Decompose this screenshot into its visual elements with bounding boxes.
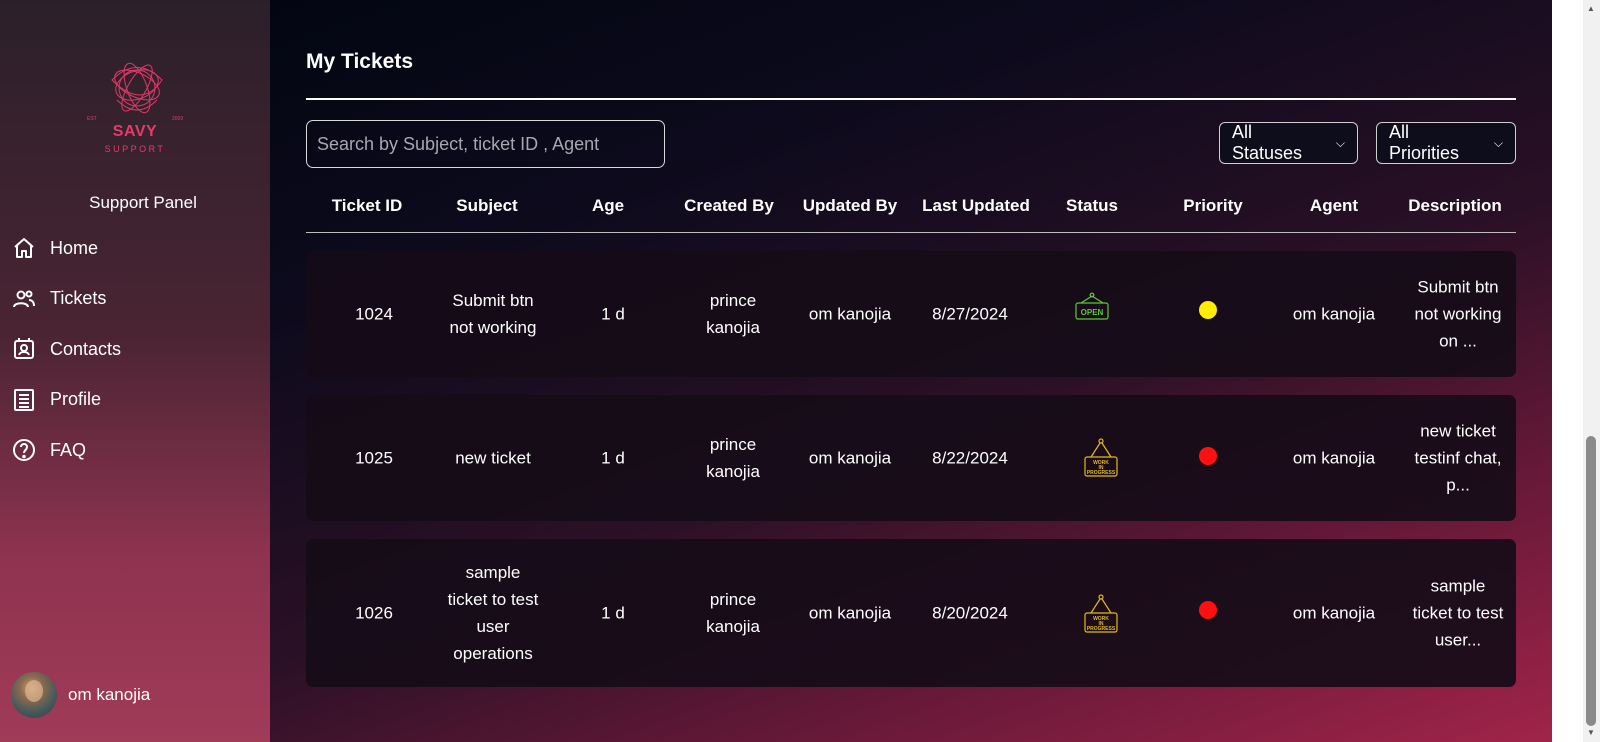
table-row[interactable]: 1024 Submit btn not working 1 d prince k…	[306, 251, 1516, 377]
status-text: OPEN	[1081, 308, 1104, 317]
priority-indicator	[1199, 601, 1217, 619]
logo-tagline: SUPPORT	[104, 144, 166, 154]
chevron-down-icon: ⌵	[1493, 135, 1503, 150]
cell-subject: new ticket	[455, 448, 531, 468]
profile-icon	[14, 388, 34, 411]
column-header-ticket-id[interactable]: Ticket ID	[332, 196, 403, 216]
cell-subject: Submit btn not working	[449, 291, 537, 337]
user-profile[interactable]: om kanojia	[11, 672, 150, 718]
search-input[interactable]	[306, 120, 665, 168]
avatar[interactable]	[11, 672, 57, 718]
cell-agent: om kanojia	[1292, 448, 1376, 468]
column-header-updated-by[interactable]: Updated By	[803, 196, 897, 216]
priority-filter-value: All Priorities	[1389, 122, 1460, 163]
status-filter-value: All Statuses	[1232, 122, 1303, 163]
cell-age: 1 d	[601, 603, 625, 623]
panel-title: Support Panel	[89, 193, 197, 212]
cell-created-by: prince kanojia	[706, 291, 760, 337]
sidebar-item-profile[interactable]: Profile	[12, 388, 252, 412]
sidebar-item-label: Contacts	[50, 338, 122, 359]
column-header-description[interactable]: Description	[1408, 196, 1502, 216]
cell-age: 1 d	[601, 448, 625, 468]
sidebar-item-contacts[interactable]: Contacts	[12, 337, 252, 361]
column-header-agent[interactable]: Agent	[1310, 196, 1358, 216]
column-header-status[interactable]: Status	[1066, 196, 1118, 216]
status-filter-select[interactable]: All Statuses ⌵	[1219, 122, 1358, 164]
sidebar-item-home[interactable]: Home	[12, 236, 252, 260]
in-progress-sign-icon: WORK IN PROGRESS	[1084, 594, 1118, 633]
logo-est: EST	[87, 116, 97, 122]
priority-filter-select[interactable]: All Priorities ⌵	[1376, 122, 1516, 164]
sidebar-item-label: FAQ	[50, 439, 87, 460]
column-header-last-updated[interactable]: Last Updated	[922, 196, 1030, 216]
cell-age: 1 d	[601, 304, 625, 324]
cell-updated-by: om kanojia	[808, 304, 892, 324]
sidebar: EST 2009 SAVY SUPPORT Support Panel Home…	[0, 0, 270, 742]
priority-indicator	[1199, 447, 1217, 465]
cell-description: sample ticket to test user...	[1412, 576, 1504, 650]
sidebar-item-faq[interactable]: FAQ	[12, 438, 252, 462]
contacts-icon	[14, 338, 34, 359]
cell-created-by: prince kanojia	[706, 435, 760, 481]
cell-subject: sample ticket to test user operations	[447, 563, 539, 663]
cell-last-updated: 8/27/2024	[932, 304, 1008, 324]
page-title: My Tickets	[306, 50, 413, 73]
table-row[interactable]: 1026 sample ticket to test user operatio…	[306, 539, 1516, 687]
sidebar-item-label: Profile	[50, 389, 102, 409]
home-icon	[14, 238, 34, 258]
cell-ticket-id: 1024	[355, 304, 393, 324]
cell-ticket-id: 1026	[355, 603, 393, 623]
column-header-priority[interactable]: Priority	[1183, 196, 1243, 216]
chevron-down-icon: ⌵	[1335, 135, 1345, 150]
sidebar-item-tickets[interactable]: Tickets	[12, 287, 252, 311]
priority-indicator	[1199, 301, 1217, 319]
column-header-created-by[interactable]: Created By	[684, 196, 774, 216]
user-name: om kanojia	[68, 685, 151, 704]
help-icon	[13, 439, 35, 461]
cell-created-by: prince kanojia	[706, 590, 760, 636]
table-row[interactable]: 1025 new ticket 1 d prince kanojia om ka…	[306, 395, 1516, 521]
cell-description: new ticket testinf chat, p...	[1414, 421, 1502, 495]
cell-last-updated: 8/20/2024	[932, 603, 1008, 623]
svg-text:PROGRESS: PROGRESS	[1087, 470, 1116, 476]
cell-ticket-id: 1025	[355, 448, 393, 468]
cell-agent: om kanojia	[1292, 603, 1376, 623]
sidebar-item-label: Tickets	[50, 288, 107, 308]
sidebar-item-label: Home	[50, 237, 99, 258]
main-content: My Tickets All Statuses ⌵ All Priorities…	[270, 0, 1552, 742]
users-icon	[13, 290, 35, 307]
cell-description: Submit btn not working on ...	[1414, 277, 1502, 351]
cell-updated-by: om kanojia	[808, 603, 892, 623]
open-sign-icon: OPEN	[1075, 292, 1109, 320]
cell-last-updated: 8/22/2024	[932, 448, 1008, 468]
column-header-age[interactable]: Age	[592, 196, 624, 216]
column-header-subject[interactable]: Subject	[456, 196, 517, 216]
cell-updated-by: om kanojia	[808, 448, 892, 468]
svg-text:PROGRESS: PROGRESS	[1087, 626, 1116, 632]
title-divider	[306, 98, 1516, 100]
logo-name: SAVY	[112, 123, 158, 140]
scrollbar-thumb[interactable]	[1586, 436, 1596, 726]
logo-year: 2009	[172, 116, 184, 122]
header-divider	[306, 232, 1516, 233]
cell-agent: om kanojia	[1292, 304, 1376, 324]
sidebar-nav: Home Tickets Contacts Profile FAQ	[12, 236, 252, 489]
scroll-up-arrow-icon[interactable]: ▲	[1586, 4, 1596, 14]
in-progress-sign-icon: WORK IN PROGRESS	[1084, 438, 1118, 477]
scroll-down-arrow-icon[interactable]: ▼	[1586, 728, 1596, 738]
